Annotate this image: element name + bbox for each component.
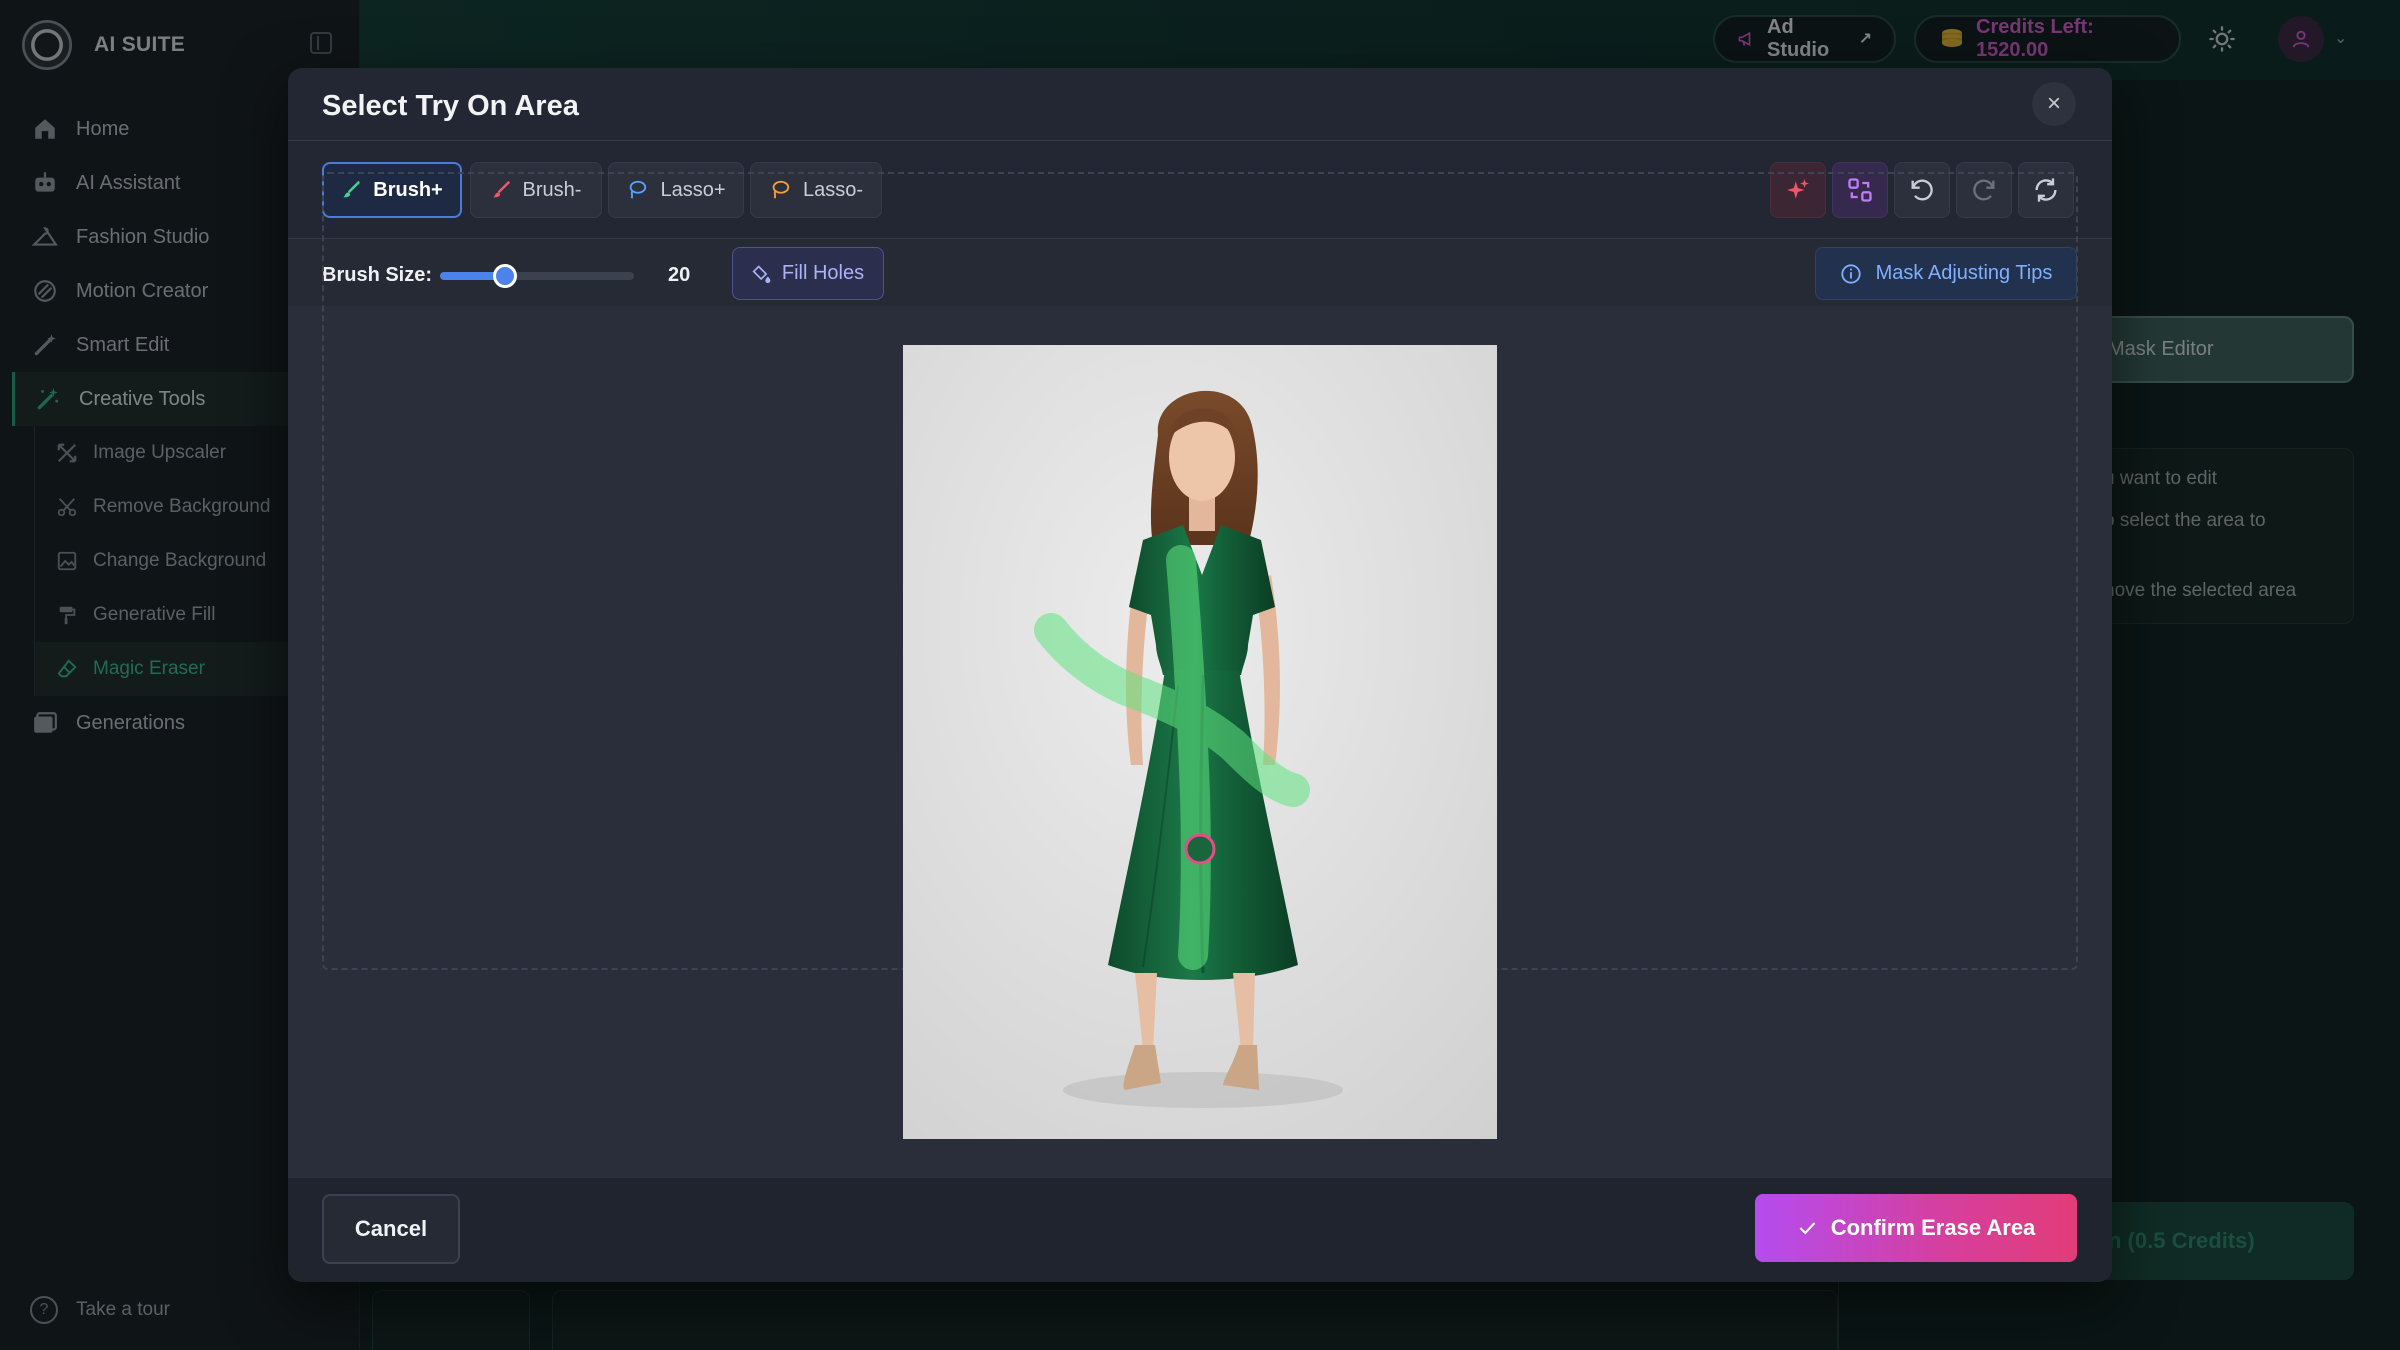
divider [288,140,2112,141]
close-icon[interactable]: × [2032,82,2076,126]
check-icon [1797,1218,1817,1238]
photo-canvas[interactable] [903,345,1497,1139]
modal-title: Select Try On Area [322,90,579,122]
confirm-erase-button[interactable]: Confirm Erase Area [1755,1194,2077,1262]
brush-cursor [1184,833,1216,865]
select-area-modal: Select Try On Area × Brush+ Brush- Lasso… [288,68,2112,1282]
confirm-label: Confirm Erase Area [1830,1215,2036,1240]
cancel-button[interactable]: Cancel [322,1194,460,1264]
